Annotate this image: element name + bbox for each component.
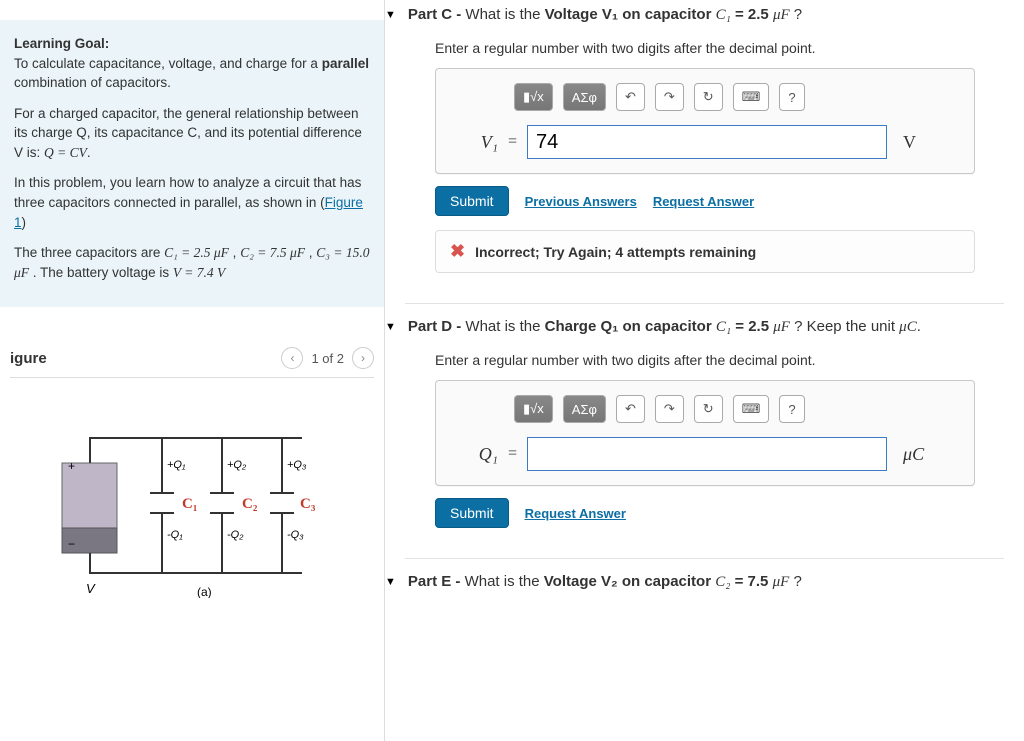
- part-d-header: ▼ Part D - What is the Charge Q₁ on capa…: [385, 318, 1004, 336]
- part-c-submit-button[interactable]: Submit: [435, 186, 509, 216]
- part-d-submit-button[interactable]: Submit: [435, 498, 509, 528]
- cap3-label: C₃: [300, 496, 316, 512]
- part-c-unit: V: [903, 132, 916, 153]
- part-e-header: ▼ Part E - What is the Voltage V₂ on cap…: [385, 573, 1004, 591]
- part-c-body: Enter a regular number with two digits a…: [435, 40, 1004, 273]
- greek-button[interactable]: ΑΣφ: [563, 83, 606, 111]
- help-icon[interactable]: ?: [779, 83, 804, 111]
- cap2-label: C₂: [242, 496, 258, 512]
- figure-heading: igure: [10, 350, 47, 367]
- part-d-request-answer[interactable]: Request Answer: [525, 506, 626, 521]
- collapse-icon[interactable]: ▼: [385, 576, 396, 588]
- format-button[interactable]: ▮√x: [514, 395, 553, 423]
- part-d-answer-box: ▮√x ΑΣφ ↶ ↷ ↻ ⌨ ? Q₁ = μC: [435, 380, 975, 486]
- reset-icon[interactable]: ↻: [694, 83, 723, 111]
- reset-icon[interactable]: ↻: [694, 395, 723, 423]
- part-c-header: ▼ Part C - What is the Voltage V₁ on cap…: [385, 6, 1004, 24]
- redo-icon[interactable]: ↷: [655, 395, 684, 423]
- redo-icon[interactable]: ↷: [655, 83, 684, 111]
- fig-v-label: V: [86, 581, 96, 596]
- pager-next-button[interactable]: ›: [352, 347, 374, 369]
- keyboard-icon[interactable]: ⌨: [733, 83, 770, 111]
- svg-text:-Q₂: -Q₂: [227, 529, 244, 541]
- part-d-body: Enter a regular number with two digits a…: [435, 352, 1004, 528]
- part-c-previous-answers[interactable]: Previous Answers: [525, 194, 637, 209]
- collapse-icon[interactable]: ▼: [385, 9, 396, 21]
- svg-text:+Q₃: +Q₃: [287, 459, 307, 471]
- collapse-icon[interactable]: ▼: [385, 321, 396, 333]
- part-d-hint: Enter a regular number with two digits a…: [435, 352, 1004, 368]
- pager-text: 1 of 2: [311, 351, 344, 366]
- part-d-var-label: Q₁: [454, 444, 498, 465]
- part-c-var-label: V₁: [454, 132, 498, 153]
- undo-icon[interactable]: ↶: [616, 83, 645, 111]
- svg-text:-Q₃: -Q₃: [287, 529, 304, 541]
- undo-icon[interactable]: ↶: [616, 395, 645, 423]
- incorrect-icon: ✖: [450, 241, 465, 262]
- format-button[interactable]: ▮√x: [514, 83, 553, 111]
- part-c-answer-box: ▮√x ΑΣφ ↶ ↷ ↻ ⌨ ? V₁ = V: [435, 68, 975, 174]
- fig-caption: (a): [197, 585, 212, 598]
- svg-text:+Q₂: +Q₂: [227, 459, 247, 471]
- svg-text:+: +: [68, 459, 75, 473]
- learning-goal-panel: Learning Goal: To calculate capacitance,…: [0, 20, 384, 307]
- help-icon[interactable]: ?: [779, 395, 804, 423]
- greek-button[interactable]: ΑΣφ: [563, 395, 606, 423]
- keyboard-icon[interactable]: ⌨: [733, 395, 770, 423]
- svg-text:−: −: [68, 537, 75, 551]
- figure-image: +Q₁ +Q₂ +Q₃ -Q₁ -Q₂ -Q₃ C₁ C₂ C₃ + − V (…: [42, 398, 342, 598]
- part-d-unit: μC: [903, 444, 924, 465]
- part-d-input[interactable]: [527, 437, 887, 471]
- part-c-feedback: ✖ Incorrect; Try Again; 4 attempts remai…: [435, 230, 975, 273]
- part-c-hint: Enter a regular number with two digits a…: [435, 40, 1004, 56]
- figure-pager: ‹ 1 of 2 ›: [281, 347, 374, 369]
- svg-text:+Q₁: +Q₁: [167, 459, 186, 471]
- part-c-input[interactable]: [527, 125, 887, 159]
- learning-goal-heading: Learning Goal:: [14, 36, 109, 51]
- svg-text:-Q₁: -Q₁: [167, 529, 183, 541]
- part-c-request-answer[interactable]: Request Answer: [653, 194, 754, 209]
- cap1-label: C₁: [182, 496, 197, 512]
- pager-prev-button[interactable]: ‹: [281, 347, 303, 369]
